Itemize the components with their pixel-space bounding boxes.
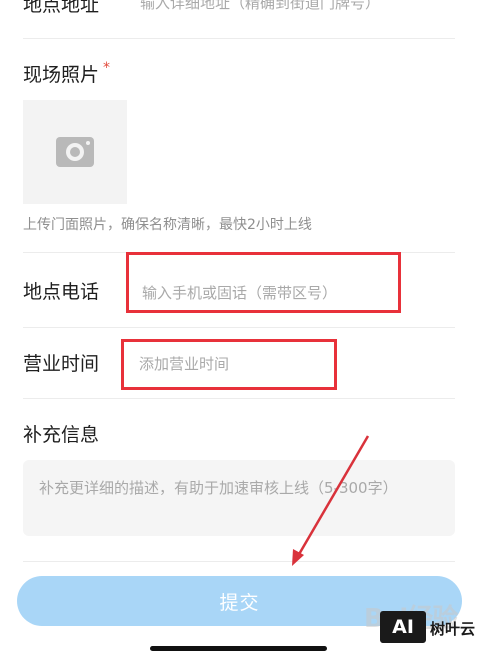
home-indicator (150, 646, 327, 651)
watermark-text: 树叶云 (430, 620, 476, 638)
watermark-logo: AI (380, 611, 426, 643)
add-place-form-page: 地点地址* 输入详细地址（精确到街道门牌号） 现场照片* 上传门面照片，确保名称… (0, 0, 483, 655)
annotation-arrow-icon (292, 435, 370, 566)
